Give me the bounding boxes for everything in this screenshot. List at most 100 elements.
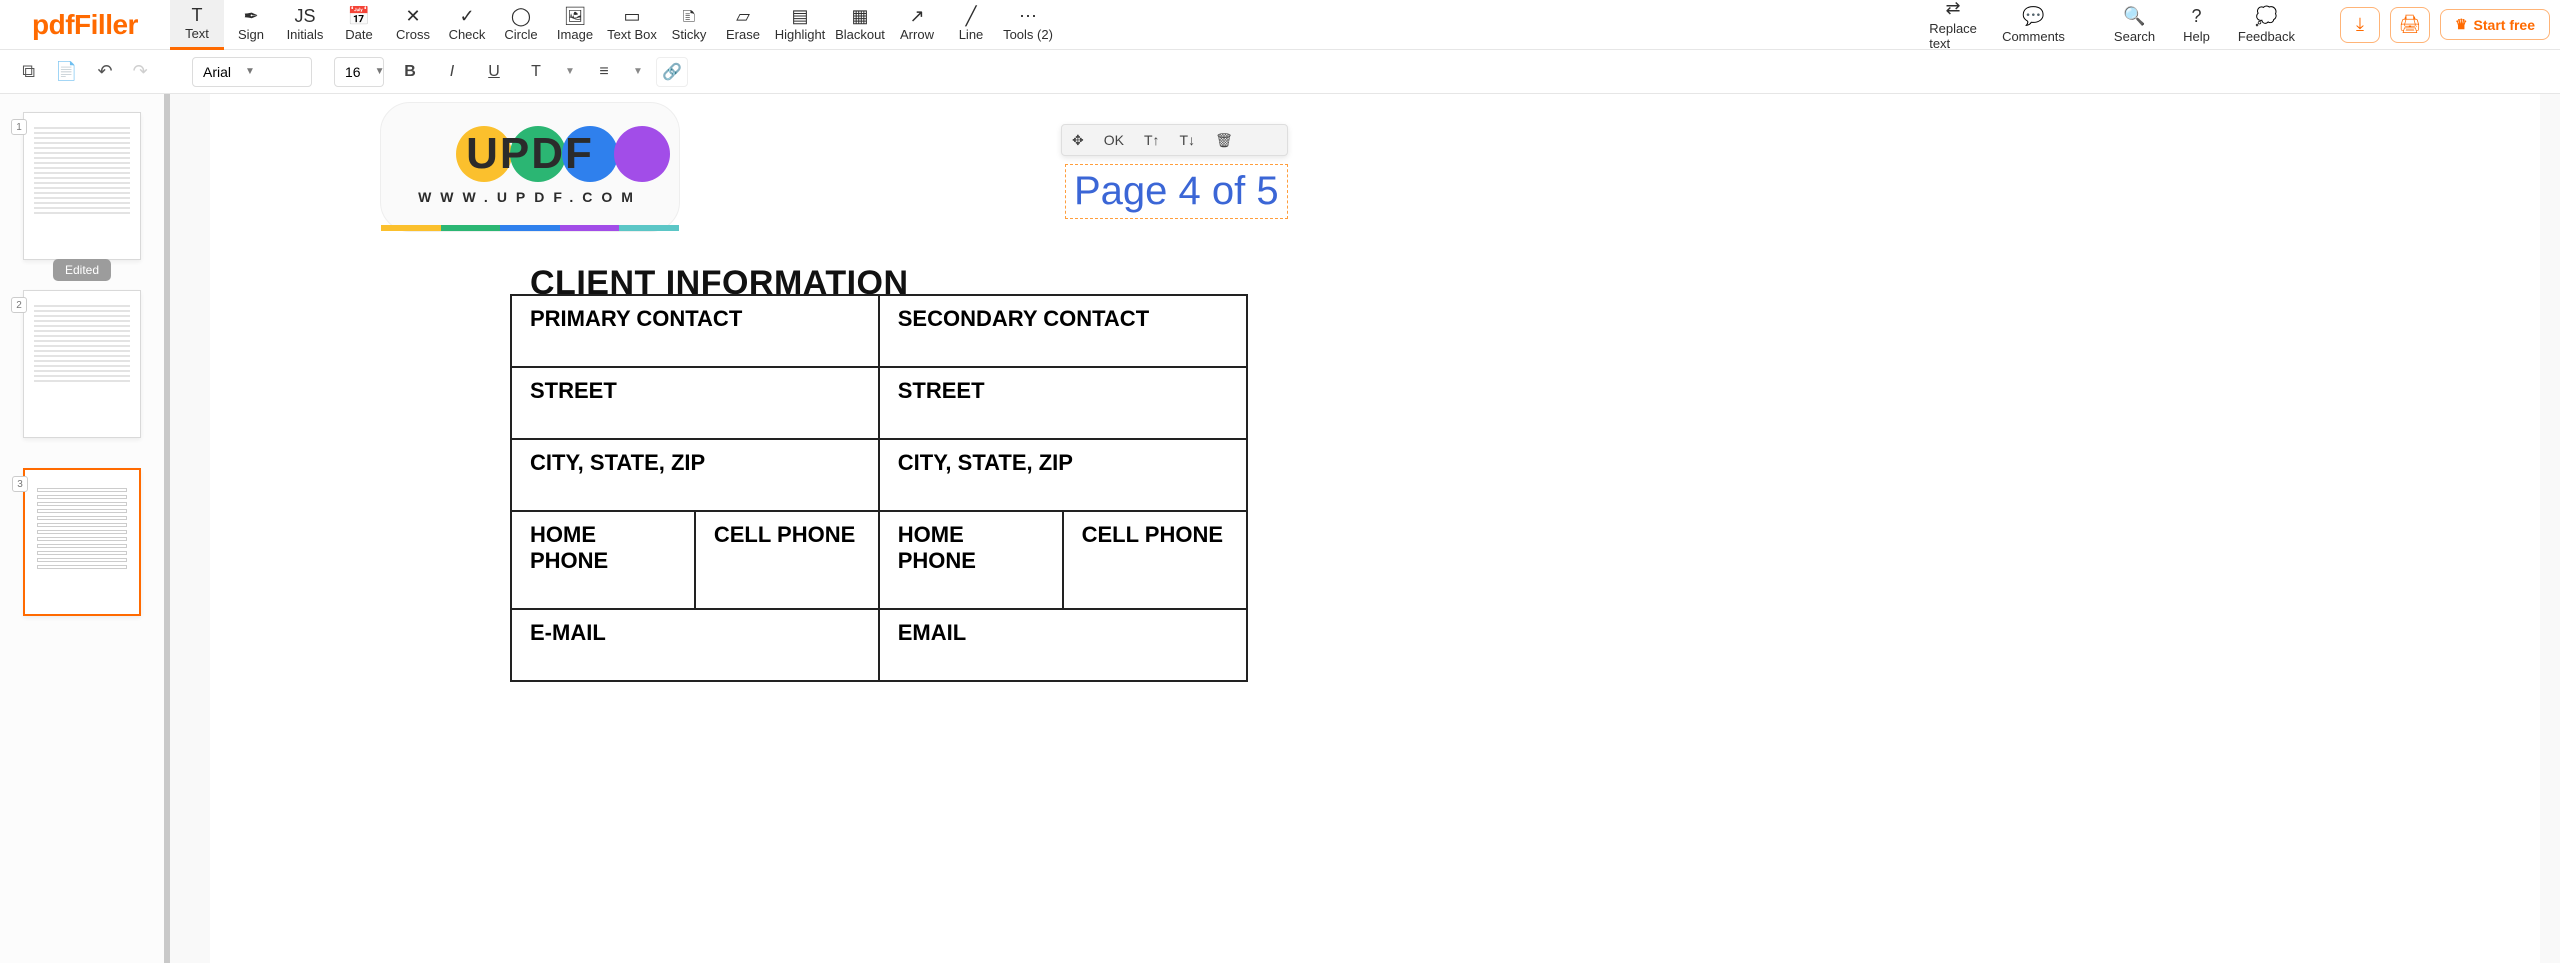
updf-url: WWW.UPDF.COM <box>418 189 642 205</box>
thumbnail-page-2[interactable]: 2 <box>23 290 141 438</box>
tool-label: Cross <box>396 27 430 42</box>
tool-more[interactable]: ⋯Tools (2) <box>998 0 1058 50</box>
feedback-button[interactable]: 💭Feedback <box>2224 6 2309 44</box>
right-toolbar: ⇄Replace text 💬 Comments 🔍Search ? Help 💭F… <box>1897 0 2560 49</box>
decrease-font-button[interactable]: T↓ <box>1170 125 1206 155</box>
canvas[interactable]: UPDF WWW.UPDF.COM ✥ OK T↑ T↓ 🗑 Page 4 of… <box>170 94 2560 963</box>
cell-street-2[interactable]: STREET <box>879 367 1247 439</box>
tool-arrow[interactable]: ↗Arrow <box>890 0 944 50</box>
ok-button[interactable]: OK <box>1094 125 1134 155</box>
initials-icon: JS <box>294 7 315 25</box>
tool-initials[interactable]: JSInitials <box>278 0 332 50</box>
tool-check[interactable]: ✓Check <box>440 0 494 50</box>
tool-text[interactable]: TText <box>170 0 224 50</box>
font-size-select[interactable]: 16 ▼ <box>334 57 384 87</box>
tool-label: Circle <box>504 27 537 42</box>
help-icon: ? <box>2191 6 2201 27</box>
cell-home-phone-1[interactable]: HOME PHONE <box>511 511 695 609</box>
tool-circle[interactable]: ◯Circle <box>494 0 548 50</box>
font-size-value: 16 <box>345 64 361 80</box>
image-icon: 🖼 <box>564 7 587 25</box>
pages-icon[interactable]: ⧉ <box>22 61 35 82</box>
textbox-icon: ▭ <box>623 7 640 25</box>
thumb-preview <box>34 305 130 423</box>
tool-label: Erase <box>726 27 760 42</box>
highlight-icon: ▤ <box>791 7 808 25</box>
page-number: 3 <box>12 476 28 492</box>
label: Comments <box>2002 29 2065 44</box>
tool-label: Text Box <box>607 27 657 42</box>
replace-text-button[interactable]: ⇄Replace text <box>1918 0 1988 51</box>
tool-date[interactable]: 📅Date <box>332 0 386 50</box>
align-caret[interactable]: ▼ <box>630 57 646 87</box>
cell-primary-contact[interactable]: PRIMARY CONTACT <box>511 295 879 367</box>
tool-line[interactable]: ╱Line <box>944 0 998 50</box>
bold-button[interactable]: B <box>394 57 426 87</box>
font-select[interactable]: Arial ▼ <box>192 57 312 87</box>
help-button[interactable]: ? Help <box>2169 6 2224 44</box>
cell-street-1[interactable]: STREET <box>511 367 879 439</box>
page-settings-icon[interactable]: 📄 <box>55 61 77 82</box>
drag-icon: ✥ <box>1072 132 1084 149</box>
tool-cross[interactable]: ✕ Cross <box>386 0 440 50</box>
font-bigger-icon: T↑ <box>1144 132 1160 148</box>
cell-city-1[interactable]: CITY, STATE, ZIP <box>511 439 879 511</box>
font-color-button[interactable]: T <box>520 57 552 87</box>
search-button[interactable]: 🔍Search <box>2100 6 2169 44</box>
link-button[interactable]: 🔗 <box>656 57 688 87</box>
chevron-down-icon: ▼ <box>375 66 385 77</box>
line-icon: ╱ <box>966 7 977 25</box>
tool-label: Highlight <box>775 27 826 42</box>
print-button[interactable]: 🖨 <box>2390 7 2430 43</box>
document-page: UPDF WWW.UPDF.COM ✥ OK T↑ T↓ 🗑 Page 4 of… <box>210 94 2540 963</box>
thumbnail-page-1[interactable]: 1 Edited <box>23 112 141 260</box>
comments-button[interactable]: 💬 Comments <box>1988 6 2079 44</box>
underline-button[interactable]: U <box>478 57 510 87</box>
download-button[interactable]: ⤓ <box>2340 7 2380 43</box>
label: Start free <box>2474 17 2535 33</box>
editable-text-field[interactable]: Page 4 of 5 <box>1065 164 1288 219</box>
download-icon: ⤓ <box>2356 14 2364 35</box>
label: Help <box>2183 29 2210 44</box>
updf-logo-card: UPDF WWW.UPDF.COM <box>380 102 680 232</box>
tool-sign[interactable]: ✒Sign <box>224 0 278 50</box>
table-row: HOME PHONE CELL PHONE HOME PHONE CELL PH… <box>511 511 1247 609</box>
tool-blackout[interactable]: ▦Blackout <box>830 0 890 50</box>
align-button[interactable]: ≡ <box>588 57 620 87</box>
font-color-caret[interactable]: ▼ <box>562 57 578 87</box>
cross-icon: ✕ <box>405 7 420 25</box>
tool-sticky[interactable]: 🗈Sticky <box>662 0 716 50</box>
undo-button[interactable]: ↶ <box>98 61 113 82</box>
thumbnail-page-3[interactable]: 3 <box>23 468 141 616</box>
tool-textbox[interactable]: ▭ Text Box <box>602 0 662 50</box>
cell-city-2[interactable]: CITY, STATE, ZIP <box>879 439 1247 511</box>
thumb-preview <box>34 127 130 245</box>
arrow-icon: ↗ <box>909 7 924 25</box>
text-icon: T <box>192 6 203 24</box>
cell-cell-phone-1[interactable]: CELL PHONE <box>695 511 879 609</box>
delete-button[interactable]: 🗑 <box>1205 125 1243 155</box>
cell-email-1[interactable]: E-MAIL <box>511 609 879 681</box>
app-logo: pdfFiller <box>0 0 170 49</box>
drag-handle[interactable]: ✥ <box>1062 125 1094 155</box>
table-row: CITY, STATE, ZIP CITY, STATE, ZIP <box>511 439 1247 511</box>
trash-icon: 🗑 <box>1215 132 1233 149</box>
cell-email-2[interactable]: EMAIL <box>879 609 1247 681</box>
tool-image[interactable]: 🖼Image <box>548 0 602 50</box>
increase-font-button[interactable]: T↑ <box>1134 125 1170 155</box>
tool-erase[interactable]: ▱Erase <box>716 0 770 50</box>
comments-icon: 💬 <box>2022 6 2044 27</box>
tool-label: Sign <box>238 27 264 42</box>
label: Replace text <box>1929 21 1977 51</box>
tool-highlight[interactable]: ▤ Highlight <box>770 0 830 50</box>
cell-secondary-contact[interactable]: SECONDARY CONTACT <box>879 295 1247 367</box>
thumbnail-list: 1 Edited 2 3 <box>0 112 164 963</box>
italic-button[interactable]: I <box>436 57 468 87</box>
redo-button[interactable]: ↷ <box>133 61 148 82</box>
cell-home-phone-2[interactable]: HOME PHONE <box>879 511 1063 609</box>
start-free-button[interactable]: ♛Start free <box>2440 9 2550 40</box>
cell-cell-phone-2[interactable]: CELL PHONE <box>1063 511 1247 609</box>
blackout-icon: ▦ <box>851 7 868 25</box>
label: Feedback <box>2238 29 2295 44</box>
chevron-down-icon: ▼ <box>245 66 255 77</box>
